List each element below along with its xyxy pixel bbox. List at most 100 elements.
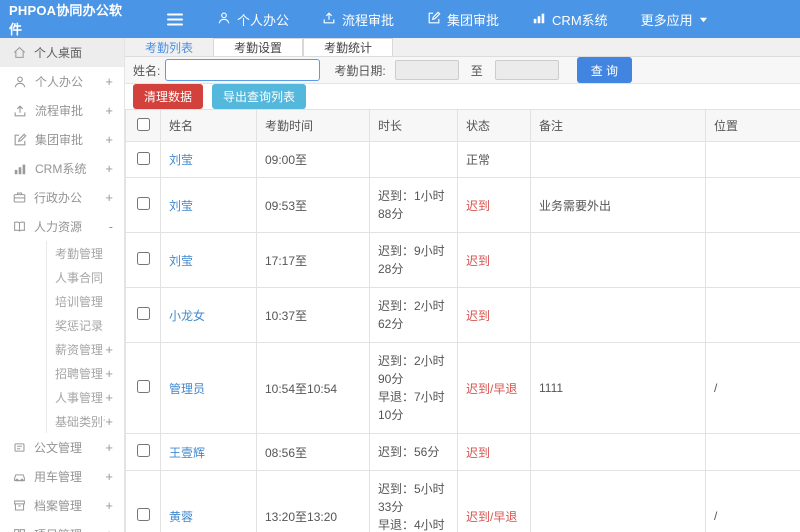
row-checkbox[interactable] xyxy=(136,197,150,210)
sidebar-item-personal-office[interactable]: 个人办公 + xyxy=(0,67,124,96)
cell-name: 管理员 xyxy=(160,342,257,434)
sidebar-item-basic-category-settings[interactable]: 基础类别设置+ xyxy=(0,409,124,433)
employee-name-link[interactable]: 管理员 xyxy=(169,382,205,396)
expand-icon[interactable]: + xyxy=(105,342,113,357)
sidebar-item-label: 基础类别设置 xyxy=(55,414,105,429)
nav-item-crm-system[interactable]: CRM系统 xyxy=(532,10,608,29)
sidebar-item-human-resources[interactable]: 人力资源 - xyxy=(0,212,124,241)
sidebar-item-crm-system[interactable]: CRM系统 + xyxy=(0,154,124,183)
date-to-input[interactable] xyxy=(494,60,559,80)
sidebar-item-label: 用车管理 xyxy=(34,470,83,484)
row-checkbox[interactable] xyxy=(136,307,150,320)
select-all-checkbox[interactable] xyxy=(136,117,150,131)
table-header-row: 姓名 考勤时间 时长 状态 备注 位置 xyxy=(125,109,800,142)
action-bar: 清理数据 导出查询列表 xyxy=(125,84,800,109)
table-row: 刘莹 09:00至 正常 xyxy=(125,141,800,178)
cell-time: 17:17至 xyxy=(256,232,370,288)
caret-down-icon xyxy=(699,12,708,27)
employee-name-link[interactable]: 黄蓉 xyxy=(169,510,193,524)
sidebar-item-label: 项目管理 xyxy=(34,526,105,532)
sidebar-item-personal-desktop[interactable]: 个人桌面 xyxy=(0,38,124,67)
sidebar-item-archive-management[interactable]: 档案管理 + xyxy=(0,491,124,520)
expand-icon[interactable]: + xyxy=(105,103,113,118)
row-checkbox[interactable] xyxy=(136,508,150,521)
sidebar-item-label: 集团审批 xyxy=(35,133,84,147)
expand-icon[interactable]: + xyxy=(105,74,113,89)
employee-name-link[interactable]: 刘莹 xyxy=(169,199,193,213)
sidebar-item-workflow-approval[interactable]: 流程审批 + xyxy=(0,96,124,125)
nav-item-label: 个人办公 xyxy=(237,12,290,28)
archive-icon xyxy=(13,499,26,512)
nav-item-more-apps[interactable]: 更多应用 xyxy=(641,10,708,29)
sidebar-item-document-management[interactable]: 公文管理 + xyxy=(0,433,124,462)
cell-status: 迟到/早退 xyxy=(457,470,531,532)
export-list-button[interactable]: 导出查询列表 xyxy=(212,84,307,109)
sidebar-item-reward-punishment[interactable]: 奖惩记录 xyxy=(0,313,124,337)
search-button[interactable]: 查 询 xyxy=(576,57,633,83)
tab-attendance-stats[interactable]: 考勤统计 xyxy=(303,38,394,56)
sidebar-item-label: 人力资源 xyxy=(34,220,83,234)
expand-icon[interactable]: + xyxy=(105,190,113,205)
cell-duration: 迟到：1小时88分 xyxy=(369,177,458,233)
clean-data-button[interactable]: 清理数据 xyxy=(133,84,204,109)
row-checkbox[interactable] xyxy=(136,151,150,165)
expand-icon[interactable]: + xyxy=(105,469,113,484)
expand-icon[interactable]: + xyxy=(105,161,113,176)
cell-location xyxy=(705,433,800,471)
row-select-cell xyxy=(125,232,161,288)
col-header-time: 考勤时间 xyxy=(256,109,370,142)
nav-item-group-approval[interactable]: 集团审批 xyxy=(427,10,499,29)
sidebar-item-label: 人事管理 xyxy=(55,390,104,405)
sidebar-item-group-approval[interactable]: 集团审批 + xyxy=(0,125,124,154)
sidebar-item-label: CRM系统 xyxy=(35,162,87,176)
expand-icon[interactable]: + xyxy=(105,366,113,381)
sidebar-item-attendance-management[interactable]: 考勤管理 xyxy=(0,241,124,265)
employee-name-link[interactable]: 刘莹 xyxy=(169,153,193,167)
employee-name-link[interactable]: 小龙女 xyxy=(169,309,205,323)
cell-status: 迟到 xyxy=(457,232,531,288)
sidebar-item-salary-management[interactable]: 薪资管理 + xyxy=(0,337,124,361)
cell-location xyxy=(705,287,800,343)
menu-toggle-icon[interactable] xyxy=(167,13,183,26)
sidebar-item-hr-contract[interactable]: 人事合同 xyxy=(0,265,124,289)
flow-icon xyxy=(322,11,336,28)
tab-bar: 考勤列表 考勤设置 考勤统计 xyxy=(125,38,800,57)
expand-icon[interactable]: + xyxy=(105,390,113,405)
sidebar-item-vehicle-management[interactable]: 用车管理 + xyxy=(0,462,124,491)
row-select-cell xyxy=(125,177,161,233)
col-header-note: 备注 xyxy=(530,109,706,142)
sidebar-item-training-management[interactable]: 培训管理 xyxy=(0,289,124,313)
to-label: 至 xyxy=(470,63,483,78)
cell-note: 业务需要外出 xyxy=(530,177,706,233)
expand-icon[interactable]: + xyxy=(105,498,113,513)
sidebar-item-admin-office[interactable]: 行政办公 + xyxy=(0,183,124,212)
cell-time: 09:53至 xyxy=(256,177,370,233)
row-checkbox[interactable] xyxy=(136,444,150,457)
tab-attendance-list[interactable]: 考勤列表 xyxy=(125,38,213,56)
expand-icon[interactable]: + xyxy=(105,440,113,455)
employee-name-link[interactable]: 刘莹 xyxy=(169,254,193,268)
expand-icon[interactable]: + xyxy=(105,132,113,147)
employee-name-link[interactable]: 王壹辉 xyxy=(169,446,205,460)
row-select-cell xyxy=(125,287,161,343)
expand-icon[interactable]: + xyxy=(105,414,113,429)
briefcase-icon xyxy=(13,191,26,204)
expand-icon[interactable]: + xyxy=(105,527,113,532)
nav-item-workflow-approval[interactable]: 流程审批 xyxy=(322,10,394,29)
sidebar-item-label: 薪资管理 xyxy=(55,342,104,357)
nav-item-personal-office[interactable]: 个人办公 xyxy=(217,10,289,29)
name-input[interactable] xyxy=(165,59,321,81)
date-from-input[interactable] xyxy=(394,60,459,80)
sidebar-item-recruitment-management[interactable]: 招聘管理 + xyxy=(0,361,124,385)
sidebar: 个人桌面 个人办公 + 流程审批 + 集团审批 + CRM系统 + 行政办公 + 人力资源 - 考勤管理人… xyxy=(0,38,125,532)
sidebar-item-personnel-management[interactable]: 人事管理 + xyxy=(0,385,124,409)
row-select-cell xyxy=(125,433,161,471)
app-logo: PHPOA协同办公软件 xyxy=(9,3,123,37)
table-row: 黄蓉 13:20至13:20迟到：5小时33分 早退：4小时67分迟到/早退 / xyxy=(125,470,800,532)
collapse-icon[interactable]: - xyxy=(109,219,113,234)
sidebar-item-project-management[interactable]: 项目管理+ xyxy=(0,520,124,532)
tab-attendance-settings[interactable]: 考勤设置 xyxy=(213,38,304,56)
cell-name: 刘莹 xyxy=(160,232,257,288)
row-checkbox[interactable] xyxy=(136,252,150,265)
row-checkbox[interactable] xyxy=(136,380,150,393)
